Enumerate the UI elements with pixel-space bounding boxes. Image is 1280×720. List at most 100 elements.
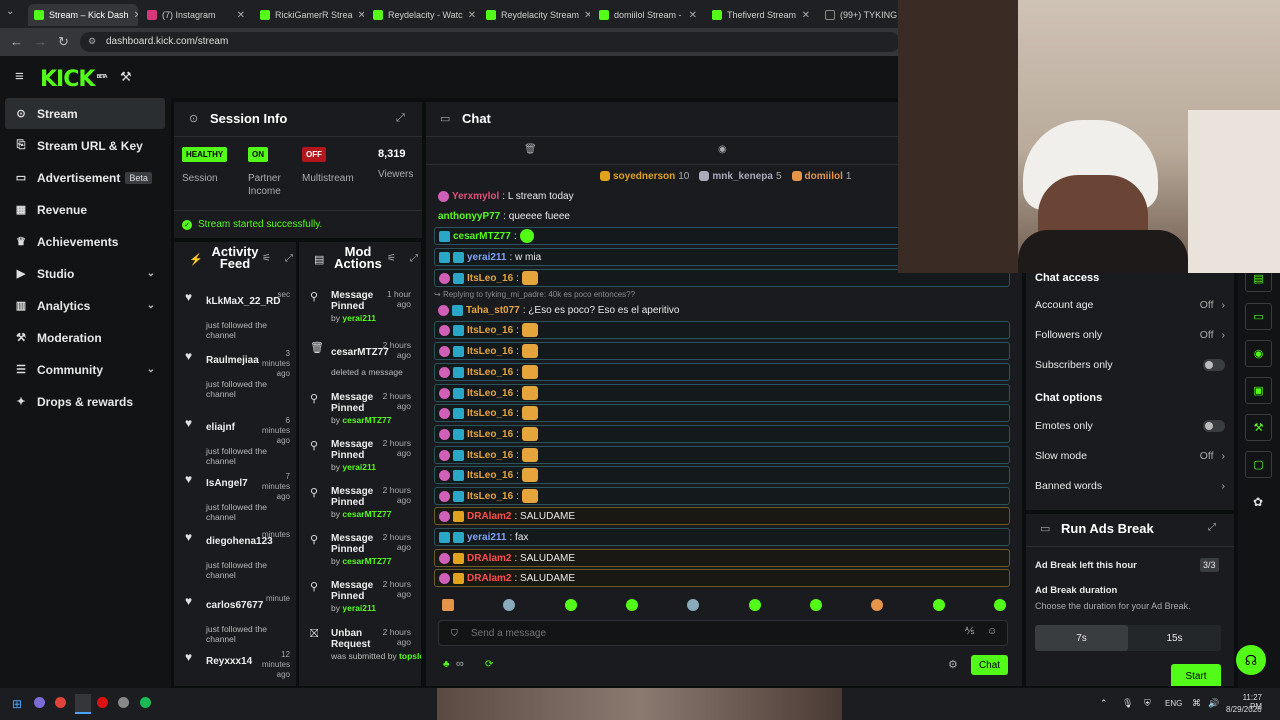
chat-username[interactable]: Yerxmylol [452, 191, 499, 202]
chat-message[interactable]: DRAlam2: SALUDAME [434, 569, 1010, 587]
emote-icon[interactable] [993, 599, 1006, 611]
volume-icon[interactable]: 🔊 [1208, 698, 1219, 709]
reload-icon[interactable]: ↻ [58, 34, 69, 50]
sidebar-item-revenue[interactable]: ▦ Revenue [5, 194, 165, 225]
help-icon[interactable]: ☊ [1236, 645, 1266, 675]
chat-message[interactable]: ItsLeo_16: [434, 487, 1010, 505]
emoji-icon[interactable]: ☺ [987, 626, 997, 637]
chat-username[interactable]: anthonyyP77 [438, 211, 500, 222]
chat-setting-banned-words[interactable]: Banned words › [1035, 480, 1225, 492]
chat-message[interactable]: DRAlam2: SALUDAME [434, 507, 1010, 525]
chat-username[interactable]: DRAlam2 [467, 511, 511, 522]
active-app-icon[interactable] [75, 694, 91, 714]
emote-icon[interactable] [625, 599, 638, 611]
site-info-icon[interactable]: ⚙ [88, 36, 96, 47]
chat-username[interactable]: ItsLeo_16 [467, 325, 513, 336]
kick-logo[interactable]: KICK BETA [40, 67, 108, 92]
record-icon[interactable]: ◉ [1245, 340, 1272, 367]
expand-icon[interactable]: ⤢ [285, 253, 293, 264]
ad-duration-15s[interactable]: 15s [1128, 625, 1221, 651]
sidebar-item-drops-rewards[interactable]: ✦ Drops & rewards [5, 386, 165, 417]
clock-date[interactable]: 8/29/2026 [1226, 705, 1262, 714]
chat-username[interactable]: ItsLeo_16 [467, 367, 513, 378]
filter-icon[interactable]: ⚟ [387, 253, 396, 264]
emote-icon[interactable] [871, 599, 884, 611]
activity-user[interactable]: Raulmejiaa [206, 355, 259, 366]
expand-icon[interactable]: ⤢ [410, 253, 418, 264]
filter-icon[interactable]: ⚟ [262, 253, 271, 264]
emote-icon[interactable] [932, 599, 945, 611]
emote-icon[interactable] [809, 599, 822, 611]
browser-tab[interactable]: (7) Instagram ✕ [141, 4, 251, 26]
chat-username[interactable]: ItsLeo_16 [467, 491, 513, 502]
activity-user[interactable]: Reyxxx14 [206, 656, 252, 667]
browser-tab[interactable]: (99+) TYKING [819, 4, 897, 26]
top-gifter[interactable]: mnk_kenepa 5 [699, 168, 782, 184]
message-icon[interactable]: ▭ [1245, 303, 1272, 330]
close-tab-icon[interactable]: ✕ [802, 10, 810, 21]
tray-chevron-icon[interactable]: ⌃ [1100, 698, 1108, 709]
browser-tab[interactable]: domiilol Stream - ✕ [593, 4, 703, 26]
infinity-icon[interactable]: ∞ [456, 658, 464, 670]
mod-action-user[interactable]: yerai211 [342, 313, 376, 323]
activity-user[interactable]: IsAngel7 [206, 478, 248, 489]
close-tab-icon[interactable]: ✕ [134, 10, 138, 21]
expand-icon[interactable]: ⤢ [1208, 522, 1216, 533]
expand-icon[interactable]: ⤢ [396, 112, 405, 125]
url-field[interactable]: ⚙ dashboard.kick.com/stream [80, 32, 900, 52]
users-icon[interactable]: ♣ [443, 659, 450, 670]
chat-username[interactable]: ItsLeo_16 [467, 450, 513, 461]
chrome-icon[interactable] [55, 697, 66, 708]
chat-message[interactable]: ItsLeo_16: [434, 446, 1010, 464]
chat-username[interactable]: ItsLeo_16 [467, 408, 513, 419]
spotify-icon[interactable] [140, 697, 151, 708]
mod-action-user[interactable]: cesarMTZ77 [342, 509, 391, 519]
card-icon[interactable]: ▣ [1245, 377, 1272, 404]
chat-message[interactable]: DRAlam2: SALUDAME [434, 549, 1010, 567]
translate-icon[interactable]: ⅍ [965, 626, 974, 637]
chat-message[interactable]: ItsLeo_16: [434, 404, 1010, 422]
sidebar-item-stream[interactable]: ⊙ Stream [5, 98, 165, 129]
chat-message[interactable]: yerai211: fax [434, 528, 1010, 546]
chat-message[interactable]: ItsLeo_16: [434, 384, 1010, 402]
app-icon-1[interactable] [34, 697, 45, 708]
start-ad-button[interactable]: Start [1171, 664, 1221, 686]
sidebar-item-studio[interactable]: ▶ Studio ⌄ [5, 258, 165, 289]
tab-list-icon[interactable]: ⌄ [6, 6, 14, 17]
browser-tab[interactable]: RickiGamerR Strea ✕ [254, 4, 364, 26]
back-icon[interactable]: ← [10, 34, 23, 49]
close-tab-icon[interactable]: ✕ [468, 10, 476, 21]
tools-icon[interactable]: ⚒ [120, 69, 132, 85]
mod-action-user[interactable]: topslosmusicant [399, 651, 421, 661]
mod-action-user[interactable]: yerai211 [342, 603, 376, 613]
settings-icon[interactable]: ⚙ [948, 658, 958, 671]
app-icon-2[interactable] [97, 697, 108, 708]
app-icon-3[interactable] [118, 697, 129, 708]
gear-icon[interactable]: ✿ [1253, 495, 1263, 509]
mod-action-user[interactable]: cesarMTZ77 [342, 415, 391, 425]
language-indicator[interactable]: ENG [1165, 699, 1182, 708]
chat-username[interactable]: ItsLeo_16 [467, 470, 513, 481]
chat-username[interactable]: DRAlam2 [467, 553, 511, 564]
chat-message[interactable]: ItsLeo_16: [434, 363, 1010, 381]
chat-setting-slow-mode[interactable]: Slow mode Off › [1035, 450, 1225, 462]
refresh-icon[interactable]: ⟳ [485, 659, 493, 670]
chat-message[interactable]: Taha_st077: ¿Eso es poco? Eso es el aper… [434, 301, 1010, 319]
hammer-icon[interactable]: ⚒ [1245, 414, 1272, 441]
emote-icon[interactable] [442, 599, 454, 611]
browser-tab[interactable]: Thefiverd Stream ✕ [706, 4, 816, 26]
chat-send-button[interactable]: Chat [971, 655, 1008, 675]
close-tab-icon[interactable]: ✕ [358, 10, 364, 21]
emote-icon[interactable] [503, 599, 516, 611]
trash-icon[interactable]: 🗑 [524, 144, 537, 155]
chevron-down-icon[interactable]: ⌄ [147, 268, 155, 279]
chat-input[interactable]: ⛉ ⅍ ☺ [438, 620, 1008, 646]
chat-username[interactable]: ItsLeo_16 [467, 273, 513, 284]
emote-icon[interactable] [687, 599, 700, 611]
chat-message[interactable]: ItsLeo_16: [434, 342, 1010, 360]
chat-message[interactable]: ItsLeo_16: [434, 466, 1010, 484]
chat-username[interactable]: yerai211 [467, 532, 507, 543]
chat-setting-emotes-only[interactable]: Emotes only [1035, 420, 1225, 432]
chat-setting-account-age[interactable]: Account age Off › [1035, 299, 1225, 311]
chat-setting-followers-only[interactable]: Followers only Off › [1035, 329, 1225, 341]
